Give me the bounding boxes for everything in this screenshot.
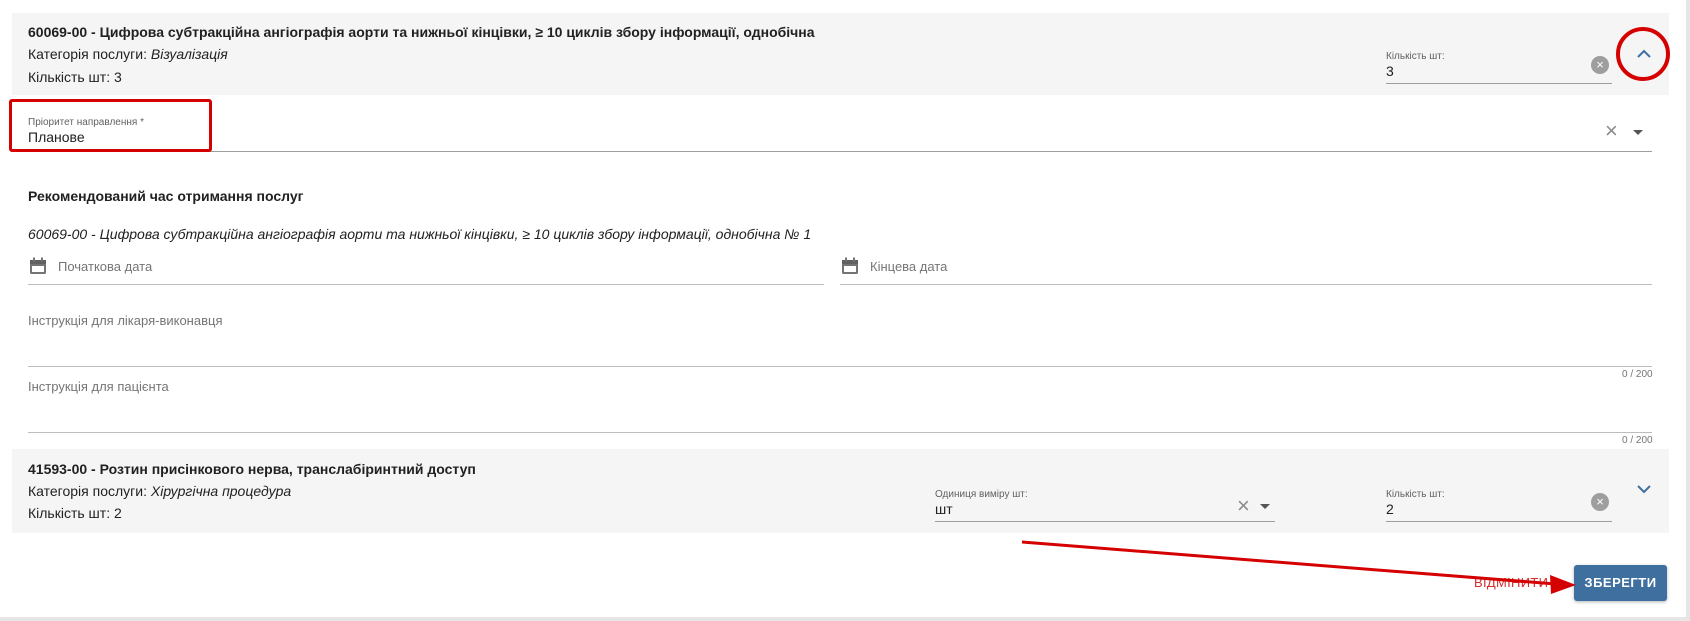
- service-2-title: 41593-00 - Розтин присінкового нерва, тр…: [28, 461, 476, 477]
- service-panel-2: 41593-00 - Розтин присінкового нерва, тр…: [12, 449, 1669, 533]
- service-1-quantity-field[interactable]: Кількість шт: 3: [1386, 51, 1612, 84]
- recommended-time-service-name: 60069-00 - Цифрова субтракційна ангіогра…: [28, 226, 812, 242]
- service-1-category-label: Категорія послуги:: [28, 46, 147, 62]
- chevron-highlight-circle: [1616, 27, 1670, 81]
- recommended-time-heading: Рекомендований час отримання послуг: [28, 188, 304, 204]
- service-form: 60069-00 - Цифрова субтракційна ангіогра…: [0, 0, 1690, 621]
- service-1-quantity-text: Кількість шт: 3: [28, 69, 122, 85]
- priority-highlight-rectangle: [9, 99, 212, 152]
- doctor-instruction-field[interactable]: Інструкція для лікаря-виконавця: [28, 313, 1652, 367]
- service-2-quantity-text: Кількість шт: 2: [28, 505, 122, 521]
- service-2-category-label: Категорія послуги:: [28, 483, 147, 499]
- start-date-field[interactable]: Початкова дата: [28, 250, 824, 285]
- end-date-field[interactable]: Кінцева дата: [840, 250, 1652, 285]
- service-panel-1: 60069-00 - Цифрова субтракційна ангіогра…: [12, 13, 1669, 95]
- end-date-calendar-icon[interactable]: [840, 256, 860, 276]
- start-date-calendar-icon[interactable]: [28, 256, 48, 276]
- service-1-quantity-clear-icon[interactable]: ×: [1591, 56, 1609, 74]
- service-1-quantity-label: Кількість шт:: [1386, 51, 1445, 62]
- service-2-quantity-label: Кількість шт:: [1386, 489, 1445, 500]
- priority-dropdown-caret-icon[interactable]: [1633, 130, 1643, 135]
- priority-clear-icon[interactable]: ×: [1605, 120, 1618, 142]
- patient-instruction-counter: 0 / 200: [1622, 435, 1653, 446]
- service-2-quantity-value[interactable]: 2: [1386, 501, 1394, 517]
- window-edge-right: [1686, 0, 1690, 621]
- service-2-unit-value[interactable]: шт: [935, 501, 953, 517]
- service-1-category-value: Візуалізація: [150, 46, 228, 62]
- expand-chevron-down-icon[interactable]: [1636, 481, 1652, 497]
- window-edge-bottom: [0, 617, 1690, 621]
- start-date-placeholder: Початкова дата: [58, 259, 153, 274]
- service-1-category: Категорія послуги: Візуалізація: [28, 46, 228, 62]
- doctor-instruction-placeholder: Інструкція для лікаря-виконавця: [28, 313, 223, 328]
- end-date-placeholder: Кінцева дата: [870, 259, 948, 274]
- service-1-quantity-value[interactable]: 3: [1386, 63, 1394, 79]
- priority-field[interactable]: Пріоритет направлення * Планове ×: [28, 117, 1652, 152]
- patient-instruction-field[interactable]: Інструкція для пацієнта: [28, 379, 1652, 433]
- service-2-unit-label: Одиниця виміру шт:: [935, 489, 1028, 500]
- service-1-title: 60069-00 - Цифрова субтракційна ангіогра…: [28, 24, 815, 40]
- service-2-quantity-field[interactable]: Кількість шт: 2: [1386, 489, 1612, 522]
- service-2-quantity-clear-icon[interactable]: ×: [1591, 493, 1609, 511]
- service-2-unit-field[interactable]: Одиниця виміру шт: шт ×: [935, 489, 1275, 522]
- cancel-button[interactable]: ВІДМІНИТИ: [1474, 575, 1548, 590]
- service-2-category: Категорія послуги: Хірургічна процедура: [28, 483, 291, 499]
- service-2-unit-clear-icon[interactable]: ×: [1237, 495, 1250, 517]
- save-button[interactable]: ЗБЕРЕГТИ: [1574, 565, 1667, 601]
- service-2-category-value: Хірургічна процедура: [150, 483, 292, 499]
- service-2-unit-dropdown-caret-icon[interactable]: [1260, 504, 1270, 509]
- patient-instruction-placeholder: Інструкція для пацієнта: [28, 379, 169, 394]
